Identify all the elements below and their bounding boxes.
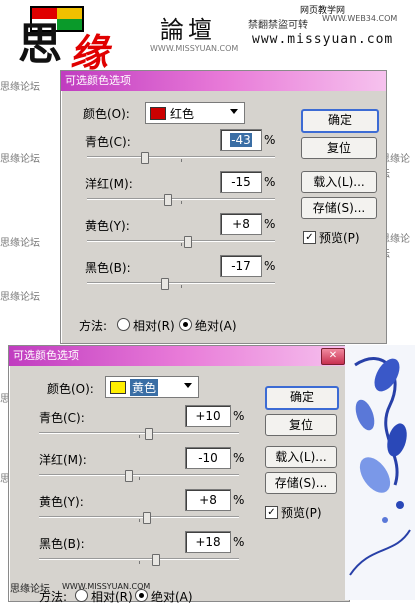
magenta-label: 洋红(M): xyxy=(39,453,87,467)
magenta-label: 洋红(M): xyxy=(85,177,133,191)
chevron-down-icon xyxy=(184,383,192,388)
selective-color-dialog-red: 可选颜色选项 颜色(O): 红色 青色(C): -43 % 洋红(M): -15… xyxy=(60,70,387,344)
percent-sign: % xyxy=(233,409,245,423)
floral-artwork xyxy=(345,345,415,600)
yellow-field[interactable]: +8 xyxy=(220,213,262,235)
magenta-slider[interactable] xyxy=(87,194,275,206)
relative-label: 相对(R) xyxy=(133,319,175,333)
percent-sign: % xyxy=(233,451,245,465)
yellow-slider[interactable] xyxy=(39,512,239,524)
chevron-down-icon xyxy=(230,109,238,114)
slider-thumb[interactable] xyxy=(164,194,172,206)
header-banner: 思 缘 論壇 禁翻禁盜可转 网页教学网 WWW.WEB34.COM www.mi… xyxy=(0,0,415,75)
dialog-title: 可选颜色选项 xyxy=(65,74,131,87)
yellow-slider[interactable] xyxy=(87,236,275,248)
cyan-label: 青色(C): xyxy=(85,135,131,149)
percent-sign: % xyxy=(264,259,276,273)
color-swatch xyxy=(110,381,126,394)
dialog-titlebar[interactable]: 可选颜色选项 xyxy=(61,71,386,91)
black-slider[interactable] xyxy=(87,278,275,290)
slider-thumb[interactable] xyxy=(141,152,149,164)
slider-thumb[interactable] xyxy=(143,512,151,524)
preview-checkbox[interactable]: ✓ xyxy=(303,231,316,244)
slider-thumb[interactable] xyxy=(152,554,160,566)
color-swatch xyxy=(150,107,166,120)
ok-button[interactable]: 确定 xyxy=(265,386,339,410)
slider-thumb[interactable] xyxy=(145,428,153,440)
absolute-label: 绝对(A) xyxy=(151,590,193,604)
yellow-label: 黄色(Y): xyxy=(39,495,84,509)
banner-url: www.missyuan.com xyxy=(252,32,394,47)
black-field[interactable]: +18 xyxy=(185,531,231,553)
watermark-forum: 思缘论坛 xyxy=(0,238,40,249)
watermark-forum: 思缘论坛 xyxy=(0,82,40,93)
watermark-forum: 思缘论坛 xyxy=(0,154,40,165)
cyan-field[interactable]: -43 xyxy=(220,129,262,151)
slider-thumb[interactable] xyxy=(161,278,169,290)
method-label: 方法: xyxy=(79,319,108,333)
black-label: 黑色(B): xyxy=(39,537,85,551)
watermark-forum: 思缘论坛 xyxy=(0,292,40,303)
watermark-url: WWW.MISSYUAN.COM xyxy=(62,582,151,591)
color-select-value: 黄色 xyxy=(130,379,159,396)
logo-char: 思 xyxy=(18,19,62,70)
percent-sign: % xyxy=(233,493,245,507)
banner-title: 論壇 xyxy=(160,16,216,44)
absolute-label: 绝对(A) xyxy=(195,319,237,333)
yellow-field[interactable]: +8 xyxy=(185,489,231,511)
magenta-field[interactable]: -10 xyxy=(185,447,231,469)
color-select-value: 红色 xyxy=(170,107,195,121)
magenta-slider[interactable] xyxy=(39,470,239,482)
watermark-url: WWW.MISSYUAN.COM xyxy=(150,44,239,53)
watermark-forum: 思缘论坛 xyxy=(10,584,50,595)
black-label: 黑色(B): xyxy=(85,261,131,275)
close-button[interactable]: ✕ xyxy=(321,348,345,365)
reset-button[interactable]: 复位 xyxy=(265,414,337,436)
ok-button[interactable]: 确定 xyxy=(301,109,379,133)
black-slider[interactable] xyxy=(39,554,239,566)
color-label: 颜色(O): xyxy=(47,382,94,396)
absolute-radio[interactable] xyxy=(179,318,192,331)
preview-label: 预览(P) xyxy=(281,506,322,520)
cyan-label: 青色(C): xyxy=(39,411,85,425)
site-sub: WWW.WEB34.COM xyxy=(322,14,398,23)
selective-color-dialog-yellow: 可选颜色选项 ✕ 颜色(O): 黄色 青色(C): +10 % 洋红(M): -… xyxy=(8,345,350,604)
cyan-field[interactable]: +10 xyxy=(185,405,231,427)
magenta-field[interactable]: -15 xyxy=(220,171,262,193)
percent-sign: % xyxy=(233,535,245,549)
black-field[interactable]: -17 xyxy=(220,255,262,277)
banner-subtitle: 禁翻禁盜可转 xyxy=(248,20,308,31)
percent-sign: % xyxy=(264,175,276,189)
save-button[interactable]: 存储(S)... xyxy=(265,472,337,494)
color-select[interactable]: 黄色 xyxy=(105,376,199,398)
slider-thumb[interactable] xyxy=(125,470,133,482)
slider-thumb[interactable] xyxy=(184,236,192,248)
color-select[interactable]: 红色 xyxy=(145,102,245,124)
load-button[interactable]: 载入(L)... xyxy=(301,171,377,193)
dialog-title: 可选颜色选项 xyxy=(13,349,79,362)
relative-radio[interactable] xyxy=(117,318,130,331)
preview-checkbox[interactable]: ✓ xyxy=(265,506,278,519)
load-button[interactable]: 载入(L)... xyxy=(265,446,337,468)
logo-char-red: 缘 xyxy=(70,30,109,75)
yellow-label: 黄色(Y): xyxy=(85,219,130,233)
color-label: 颜色(O): xyxy=(83,107,130,121)
dialog-titlebar[interactable]: 可选颜色选项 ✕ xyxy=(9,346,349,366)
reset-button[interactable]: 复位 xyxy=(301,137,377,159)
preview-label: 预览(P) xyxy=(319,231,360,245)
percent-sign: % xyxy=(264,217,276,231)
cyan-slider[interactable] xyxy=(39,428,239,440)
save-button[interactable]: 存储(S)... xyxy=(301,197,377,219)
cyan-slider[interactable] xyxy=(87,152,275,164)
percent-sign: % xyxy=(264,133,276,147)
